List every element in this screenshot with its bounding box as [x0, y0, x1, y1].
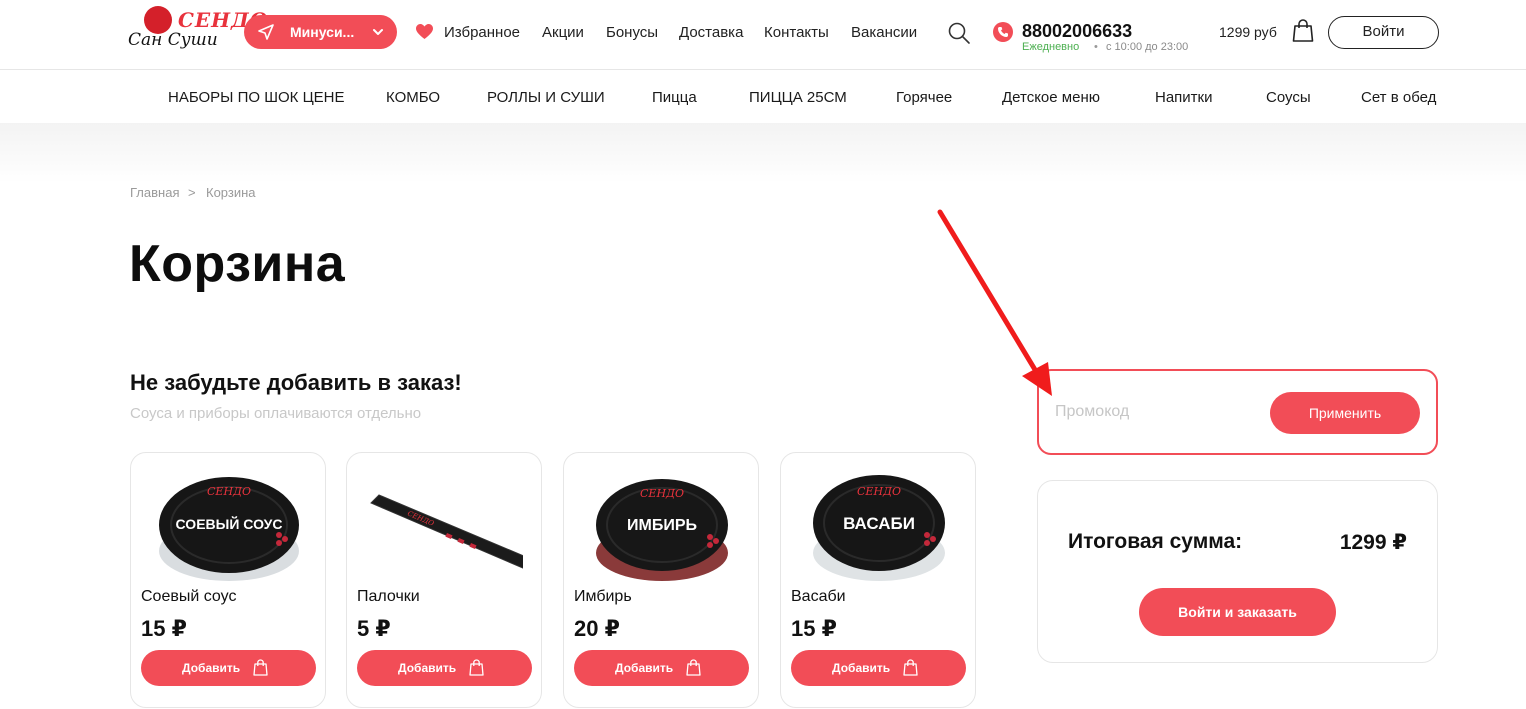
- header-shadow: [0, 123, 1526, 183]
- annotation-arrow-icon: [937, 209, 1052, 396]
- category-kids-menu[interactable]: Детское меню: [1002, 89, 1100, 106]
- product-name: Имбирь: [574, 588, 632, 605]
- add-to-cart-button[interactable]: Добавить: [574, 650, 749, 686]
- promo-code-box: Применить: [1037, 369, 1438, 455]
- product-price: 15 ₽: [791, 616, 837, 641]
- nav-link-delivery[interactable]: Доставка: [679, 24, 743, 41]
- chopsticks-image: СЕНДО: [370, 494, 523, 569]
- upsell-title: Не забудьте добавить в заказ!: [130, 370, 462, 395]
- product-card: СЕНДО ИМБИРЬ Имбирь 20 ₽ Добавить: [563, 452, 759, 708]
- ginger-container-image: СЕНДО ИМБИРЬ: [596, 479, 728, 581]
- product-name: Соевый соус: [141, 588, 237, 605]
- svg-text:СЕНДО: СЕНДО: [640, 487, 684, 500]
- product-card: СЕНДО ВАСАБИ Васаби 15 ₽ Добавить: [780, 452, 976, 708]
- category-sets-shock-price[interactable]: НАБОРЫ ПО ШОК ЦЕНЕ: [168, 89, 345, 106]
- category-bar: НАБОРЫ ПО ШОК ЦЕНЕ КОМБО РОЛЛЫ И СУШИ Пи…: [0, 71, 1526, 123]
- total-value: 1299 ₽: [1339, 531, 1407, 554]
- category-pizza[interactable]: Пицца: [652, 89, 697, 106]
- promo-code-input[interactable]: [1055, 397, 1255, 427]
- breadcrumb-current: Корзина: [206, 185, 256, 200]
- nav-link-favorites[interactable]: Избранное: [444, 24, 520, 41]
- category-pizza-25cm[interactable]: ПИЦЦА 25СМ: [749, 89, 847, 106]
- order-summary: Итоговая сумма: 1299 ₽ Войти и заказать: [1037, 480, 1438, 663]
- category-hot-dishes[interactable]: Горячее: [896, 89, 952, 106]
- nav-link-bonuses[interactable]: Бонусы: [606, 24, 658, 41]
- add-to-cart-button[interactable]: Добавить: [357, 650, 532, 686]
- add-button-label: Добавить: [832, 661, 891, 675]
- add-button-label: Добавить: [615, 661, 674, 675]
- city-selector-button[interactable]: Минуси...: [244, 15, 397, 49]
- breadcrumb-separator: >: [188, 185, 196, 200]
- product-name: Васаби: [791, 588, 846, 605]
- chevron-down-icon: [373, 29, 383, 35]
- favorites-heart-icon[interactable]: [416, 24, 433, 40]
- lid-label: ИМБИРЬ: [627, 517, 697, 534]
- shopping-bag-icon[interactable]: [1292, 19, 1314, 43]
- product-card: СЕНДО СОЕВЫЙ СОУС Соевый соус 15 ₽ Добав…: [130, 452, 326, 708]
- lid-label: СОЕВЫЙ СОУС: [176, 515, 283, 532]
- svg-text:СЕНДО: СЕНДО: [857, 485, 901, 498]
- add-to-cart-button[interactable]: Добавить: [141, 650, 316, 686]
- add-button-label: Добавить: [182, 661, 241, 675]
- logo-bottom-text: Сан Суши: [128, 30, 218, 50]
- category-rolls-sushi[interactable]: РОЛЛЫ И СУШИ: [487, 89, 605, 106]
- phone-icon: [993, 22, 1013, 42]
- cart-sum[interactable]: 1299 руб: [1219, 24, 1277, 40]
- add-button-label: Добавить: [398, 661, 457, 675]
- shopping-bag-icon: [686, 659, 701, 676]
- search-icon[interactable]: [947, 21, 971, 45]
- product-card: СЕНДО Палочки 5 ₽ Добавить: [346, 452, 542, 708]
- add-to-cart-button[interactable]: Добавить: [791, 650, 966, 686]
- site-header: СЕНДО Сан Суши Минуси... Избранное Акции…: [0, 0, 1526, 70]
- product-price: 20 ₽: [574, 616, 620, 641]
- city-selector-label: Минуси...: [290, 24, 355, 40]
- nav-link-promotions[interactable]: Акции: [542, 24, 584, 41]
- phone-number-link[interactable]: 88002006633: [1022, 21, 1132, 42]
- nav-link-contacts[interactable]: Контакты: [764, 24, 829, 41]
- page-title: Корзина: [129, 235, 346, 293]
- logo[interactable]: СЕНДО Сан Суши: [128, 2, 267, 56]
- product-name: Палочки: [357, 588, 420, 605]
- svg-text:СЕНДО: СЕНДО: [207, 485, 251, 498]
- login-button[interactable]: Войти: [1328, 16, 1439, 49]
- category-sauces[interactable]: Соусы: [1266, 89, 1311, 106]
- breadcrumb-home[interactable]: Главная: [130, 185, 179, 200]
- working-hours: с 10:00 до 23:00: [1106, 41, 1189, 53]
- upsell-subtitle: Соуса и приборы оплачиваются отдельно: [130, 405, 422, 422]
- shopping-bag-icon: [253, 659, 268, 676]
- hours-separator: •: [1094, 41, 1098, 53]
- product-price: 5 ₽: [357, 616, 391, 641]
- nav-link-vacancies[interactable]: Вакансии: [851, 24, 917, 41]
- category-lunch-set[interactable]: Сет в обед: [1361, 89, 1436, 106]
- wasabi-container-image: СЕНДО ВАСАБИ: [813, 475, 945, 581]
- product-price: 15 ₽: [141, 616, 187, 641]
- apply-promo-button[interactable]: Применить: [1270, 392, 1420, 434]
- working-days: Ежедневно: [1022, 41, 1080, 53]
- shopping-bag-icon: [469, 659, 484, 676]
- lid-label: ВАСАБИ: [843, 514, 915, 533]
- soy-sauce-container-image: СЕНДО СОЕВЫЙ СОУС: [159, 477, 299, 581]
- navigation-arrow-icon: [258, 24, 274, 40]
- shopping-bag-icon: [903, 659, 918, 676]
- category-drinks[interactable]: Напитки: [1155, 89, 1213, 106]
- login-and-order-button[interactable]: Войти и заказать: [1139, 588, 1336, 636]
- category-combo[interactable]: КОМБО: [386, 89, 440, 106]
- total-label: Итоговая сумма:: [1068, 530, 1243, 553]
